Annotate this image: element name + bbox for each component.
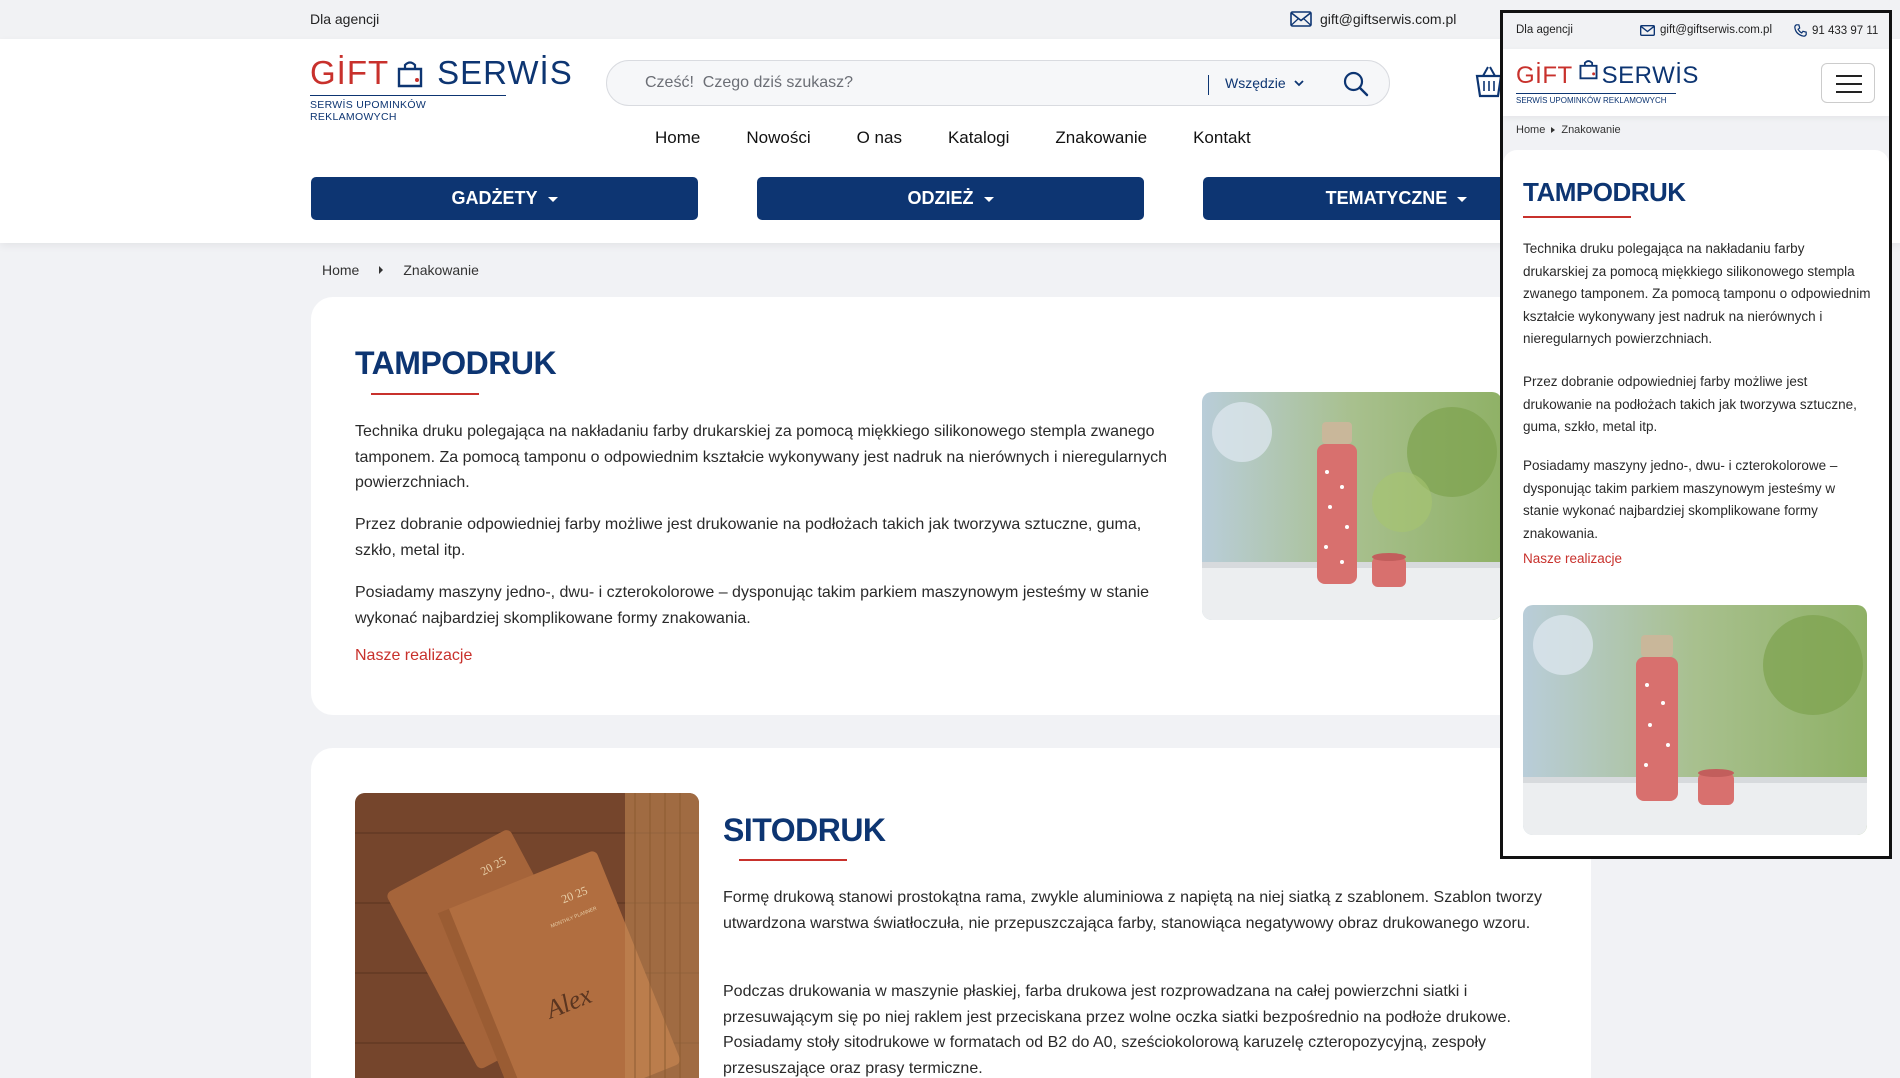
title-underline: [739, 859, 847, 861]
mobile-email-link[interactable]: gift@giftserwis.com.pl: [1640, 24, 1772, 36]
nav-katalogi[interactable]: Katalogi: [948, 128, 1009, 148]
breadcrumb: Home Znakowanie: [322, 262, 479, 278]
section-title: TAMPODRUK: [355, 345, 557, 381]
phone-icon: [1794, 24, 1807, 37]
breadcrumb-home[interactable]: Home: [322, 262, 359, 278]
mobile-top-bar: Dla agencji gift@giftserwis.com.pl 91 43…: [1503, 13, 1889, 49]
search-divider: [1208, 75, 1209, 95]
hamburger-icon: [1836, 75, 1862, 77]
search-icon: [1343, 71, 1369, 97]
hamburger-icon: [1836, 83, 1862, 85]
mail-icon: [1290, 11, 1312, 27]
mobile-thermos-image: [1523, 605, 1867, 835]
main-nav: Home Nowości O nas Katalogi Znakowanie K…: [655, 128, 1297, 148]
category-odziez-button[interactable]: ODZIEŻ: [757, 177, 1144, 220]
mobile-phone-link[interactable]: 91 433 97 11: [1794, 24, 1878, 37]
logo-word-serwis: SERWİS: [437, 54, 573, 91]
breadcrumb-current: Znakowanie: [403, 262, 479, 278]
category-gadzety-label: GADŻETY: [451, 188, 538, 208]
hamburger-icon: [1836, 91, 1862, 93]
search-button[interactable]: [1342, 70, 1370, 98]
mobile-logo-word-gift: GİFT: [1516, 62, 1573, 89]
mobile-logo-tagline: SERWİS UPOMINKÓW REKLAMOWYCH: [1516, 93, 1676, 105]
breadcrumb-arrow-icon: [379, 266, 384, 274]
caret-down-icon: [983, 197, 994, 202]
nav-home[interactable]: Home: [655, 128, 700, 148]
mobile-paragraph-2: Przez dobranie odpowiedniej farby możliw…: [1523, 374, 1857, 434]
mail-icon: [1640, 24, 1655, 36]
email-text: gift@giftserwis.com.pl: [1320, 11, 1457, 27]
section-title: SITODRUK: [723, 812, 886, 848]
planner-image: 20 25 20 25 MONTHLY PLANNER Alex: [355, 793, 699, 1078]
tampodruk-paragraph-3: Posiadamy maszyny jedno-, dwu- i czterok…: [355, 584, 1150, 627]
hamburger-menu-button[interactable]: [1821, 63, 1875, 103]
mobile-preview: Dla agencji gift@giftserwis.com.pl 91 43…: [1500, 10, 1892, 859]
mobile-nasze-realizacje-link[interactable]: Nasze realizacje: [1523, 551, 1622, 566]
nav-kontakt[interactable]: Kontakt: [1193, 128, 1251, 148]
mobile-breadcrumb-home[interactable]: Home: [1516, 124, 1545, 136]
category-odziez-label: ODZIEŻ: [907, 188, 974, 208]
chevron-down-icon: [1294, 79, 1304, 86]
mobile-tampodruk-card: TAMPODRUK Technika druku polegająca na n…: [1503, 150, 1889, 856]
mobile-breadcrumb: Home Znakowanie: [1516, 124, 1621, 136]
search-scope-select[interactable]: Wszędzie: [1225, 75, 1304, 91]
mobile-email-text: gift@giftserwis.com.pl: [1660, 24, 1773, 36]
search-bar: Wszędzie: [606, 60, 1390, 106]
title-underline: [371, 393, 479, 395]
site-logo[interactable]: GİFT SERWİS SERWİS UPOMINKÓW REKLAMOWYCH: [310, 55, 573, 123]
tampodruk-paragraph-2: Przez dobranie odpowiedniej farby możliw…: [355, 516, 1142, 559]
mobile-header: GİFT SERWİS SERWİS UPOMINKÓW REKLAMOWYCH: [1503, 49, 1889, 116]
sitodruk-paragraph-1: Formę drukową stanowi prostokątna rama, …: [723, 889, 1543, 932]
sitodruk-section: 20 25 20 25 MONTHLY PLANNER Alex SITODRU…: [311, 748, 1591, 1078]
logo-word-gift: GİFT: [310, 54, 390, 91]
gift-bag-icon: [397, 59, 423, 88]
nav-o-nas[interactable]: O nas: [857, 128, 902, 148]
nav-znakowanie[interactable]: Znakowanie: [1055, 128, 1147, 148]
search-input[interactable]: [645, 72, 1165, 94]
agency-link[interactable]: Dla agencji: [310, 11, 379, 27]
tampodruk-paragraph-1: Technika druku polegająca na nakładaniu …: [355, 423, 1167, 491]
mobile-agency-link[interactable]: Dla agencji: [1516, 24, 1573, 36]
logo-tagline: SERWİS UPOMINKÓW REKLAMOWYCH: [310, 95, 506, 123]
caret-down-icon: [1457, 197, 1468, 202]
mobile-logo-word-serwis: SERWİS: [1601, 62, 1699, 89]
mobile-phone-text: 91 433 97 11: [1812, 24, 1879, 37]
nasze-realizacje-link[interactable]: Nasze realizacje: [355, 647, 472, 665]
search-scope-label: Wszędzie: [1225, 75, 1286, 91]
breadcrumb-arrow-icon: [1551, 127, 1556, 133]
category-gadzety-button[interactable]: GADŻETY: [311, 177, 698, 220]
mobile-title-underline: [1523, 216, 1631, 218]
mobile-logo[interactable]: GİFT SERWİS SERWİS UPOMINKÓW REKLAMOWYCH: [1516, 59, 1699, 105]
category-tematyczne-label: TEMATYCZNE: [1325, 188, 1448, 208]
mobile-breadcrumb-current: Znakowanie: [1561, 124, 1621, 136]
mobile-paragraph-1: Technika druku polegająca na nakładaniu …: [1523, 241, 1871, 346]
caret-down-icon: [547, 197, 558, 202]
thermos-image: [1202, 392, 1502, 620]
nav-nowosci[interactable]: Nowości: [746, 128, 810, 148]
gift-bag-icon: [1579, 59, 1598, 87]
mobile-section-title: TAMPODRUK: [1523, 177, 1686, 207]
email-link[interactable]: gift@giftserwis.com.pl: [1290, 11, 1456, 27]
tampodruk-section: TAMPODRUK Technika druku polegająca na n…: [311, 297, 1591, 715]
mobile-paragraph-3: Posiadamy maszyny jedno-, dwu- i czterok…: [1523, 458, 1838, 541]
sitodruk-paragraph-2: Podczas drukowania w maszynie płaskiej, …: [723, 983, 1511, 1077]
